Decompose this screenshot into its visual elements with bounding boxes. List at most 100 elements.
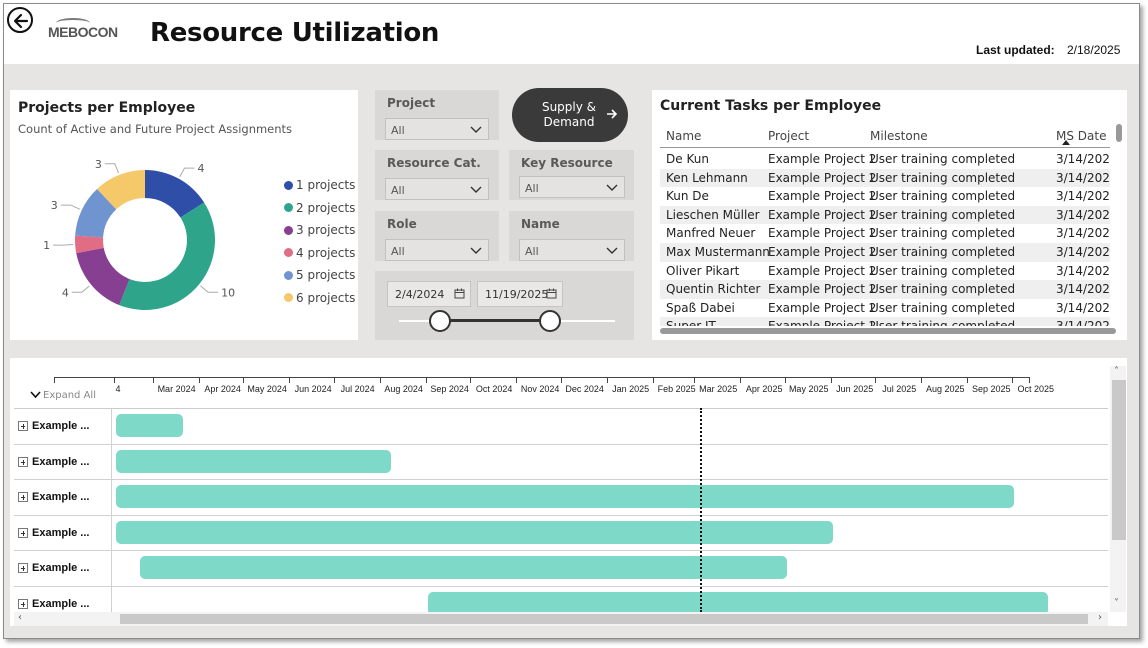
calendar-icon	[546, 288, 557, 299]
legend-item[interactable]: 6 projects	[284, 287, 355, 310]
back-button[interactable]	[7, 7, 33, 33]
table-row[interactable]: Manfred Neuer Example Project 2 User train…	[660, 224, 1110, 243]
gantt-horizontal-thumb[interactable]	[120, 614, 1088, 624]
legend-dot	[284, 225, 293, 235]
axis-tick	[54, 377, 55, 383]
legend-dot	[284, 270, 293, 280]
donut-chart[interactable]: 4 10 4 1 3 3	[10, 90, 280, 340]
expand-all-button[interactable]: Expand All	[30, 390, 96, 401]
supply-demand-button[interactable]: Supply & Demand	[512, 88, 628, 142]
axis-tick-label: May 2024	[247, 384, 287, 394]
legend-item[interactable]: 1 projects	[284, 174, 355, 197]
table-cell: User training completed	[870, 189, 1016, 204]
role-dropdown[interactable]: All	[385, 239, 489, 261]
table-row[interactable]: Kun De Example Project 2 User training com…	[660, 187, 1110, 206]
axis-tick	[1011, 377, 1013, 383]
scroll-right-icon[interactable]: ›	[1098, 612, 1102, 623]
legend-item[interactable]: 2 projects	[284, 197, 355, 220]
donut-slice-3[interactable]	[76, 247, 130, 306]
table-cell: Example Project 2	[768, 319, 876, 326]
last-updated-label: Last updated:	[976, 43, 1055, 57]
date-range-end-handle[interactable]	[539, 310, 561, 332]
table-row[interactable]: Ken Lehmann Example Project 2 User trainin…	[660, 168, 1110, 188]
supply-demand-label: Supply & Demand	[541, 100, 597, 129]
legend-label: 3 projects	[296, 223, 356, 238]
table-row[interactable]: Quentin Richter Example Project 2 User tra…	[660, 280, 1110, 299]
scroll-up-icon[interactable]: ˄	[1114, 366, 1119, 377]
scroll-down-icon[interactable]: ˅	[1114, 598, 1119, 609]
table-row[interactable]: Super IT Example Project 2User training c…	[660, 317, 1110, 326]
project-dropdown[interactable]: All	[385, 118, 489, 140]
gantt-row-header[interactable]: Example ...	[14, 480, 112, 516]
key-resource-dropdown[interactable]: All	[519, 176, 625, 198]
gantt-row-label: Example ...	[32, 455, 90, 468]
table-cell: De Kun	[666, 152, 709, 166]
gantt-bar[interactable]	[427, 591, 1048, 612]
gantt-row-header[interactable]: Example ...	[14, 444, 112, 480]
table-vertical-scrollbar[interactable]	[1116, 124, 1122, 142]
table-row[interactable]: Max Mustermann Example Project 2 User trai…	[660, 242, 1110, 262]
legend-dot	[284, 248, 293, 258]
gantt-bar[interactable]	[139, 556, 787, 579]
axis-tick	[333, 377, 335, 383]
resource-cat-dropdown[interactable]: All	[385, 178, 489, 200]
project-slicer-label: Project	[387, 96, 436, 110]
column-header-name[interactable]: Name	[666, 129, 701, 143]
chevron-down-icon	[470, 186, 482, 193]
scroll-left-icon[interactable]: ‹	[18, 612, 22, 623]
axis-tick	[784, 377, 786, 383]
expand-plus-icon[interactable]	[18, 598, 28, 609]
expand-plus-icon[interactable]	[18, 456, 28, 467]
table-row[interactable]: De Kun Example Project 2 User training com…	[660, 150, 1110, 169]
table-row[interactable]: Spaß Dabei Example Project 2 User training…	[660, 299, 1110, 318]
arrow-left-icon	[13, 13, 29, 29]
gantt-bar[interactable]	[116, 449, 391, 473]
expand-plus-icon[interactable]	[18, 527, 28, 538]
table-cell: Max Mustermann	[666, 244, 770, 259]
table-cell: 3/14/2025	[1056, 189, 1110, 204]
table-cell: Example Project 2	[768, 170, 877, 185]
expand-plus-icon[interactable]	[18, 492, 28, 502]
expand-plus-icon[interactable]	[18, 421, 28, 431]
table-cell: Example Project 2	[768, 282, 877, 297]
end-date-input[interactable]: 11/19/2025	[477, 281, 563, 307]
start-date-input[interactable]: 2/4/2024	[387, 281, 471, 307]
logo-arc	[56, 18, 90, 28]
legend-item[interactable]: 3 projects	[284, 219, 355, 242]
legend-item[interactable]: 5 projects	[284, 264, 355, 287]
gantt-row-header[interactable]: Example ...	[14, 409, 112, 445]
donut-slice-2[interactable]	[119, 202, 215, 310]
table-cell: 3/14/2025	[1056, 263, 1110, 278]
date-range-start-handle[interactable]	[429, 310, 451, 332]
gantt-bar[interactable]	[116, 414, 183, 437]
axis-tick	[152, 377, 154, 383]
gantt-row-header[interactable]: Example ...	[14, 515, 112, 551]
gantt-horizontal-scrollbar[interactable]: ‹ ›	[14, 612, 1108, 626]
name-dropdown[interactable]: All	[519, 239, 625, 261]
tasks-table-header: Name Project Milestone MS Date	[660, 124, 1110, 148]
gantt-bar[interactable]	[116, 485, 1014, 508]
table-row[interactable]: Oliver Pikart Example Project 2 User train…	[660, 262, 1110, 281]
donut-data-label: 3	[51, 199, 58, 212]
gantt-row-header[interactable]: Example ...	[14, 551, 112, 587]
table-horizontal-scrollbar[interactable]	[660, 328, 1116, 334]
end-date-value: 11/19/2025	[485, 288, 549, 301]
gantt-row: Example ...	[14, 409, 1108, 445]
table-cell: User training completed	[870, 282, 1016, 297]
gantt-vertical-thumb[interactable]	[1112, 380, 1126, 540]
axis-tick-label: Apr 2024	[204, 384, 241, 394]
legend-item[interactable]: 4 projects	[284, 242, 355, 265]
table-cell: Example Project 2	[768, 207, 877, 222]
column-header-milestone[interactable]: Milestone	[870, 129, 928, 143]
gantt-vertical-scrollbar[interactable]: ˄ ˅	[1110, 366, 1126, 612]
gantt-row-header[interactable]: Example ...	[14, 586, 112, 612]
table-row[interactable]: Lieschen Müller Example Project 2 User tra…	[660, 205, 1110, 225]
donut-leader-line	[200, 285, 219, 293]
axis-tick-label: Jan 2025	[612, 384, 650, 394]
table-cell: 3/14/2025	[1056, 282, 1110, 297]
gantt-bar[interactable]	[116, 520, 833, 544]
expand-plus-icon[interactable]	[18, 563, 28, 573]
column-header-project[interactable]: Project	[768, 129, 809, 143]
name-label: Name	[521, 217, 560, 231]
axis-tick-label: Jun 2024	[294, 384, 332, 394]
